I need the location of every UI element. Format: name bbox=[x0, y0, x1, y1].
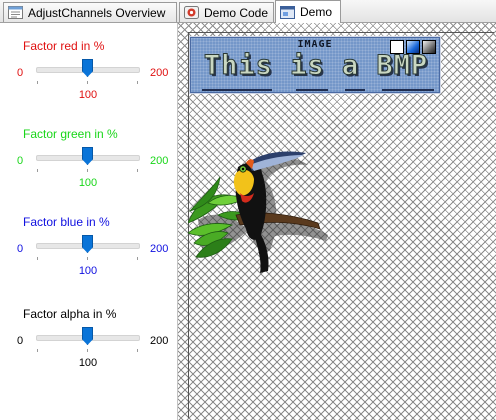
title-underline bbox=[202, 89, 272, 91]
slider-min-red: 0 bbox=[17, 67, 24, 79]
toucan-image bbox=[188, 151, 328, 273]
slider-value-green: 100 bbox=[78, 177, 98, 189]
slider-max-red: 200 bbox=[150, 67, 169, 79]
slider-min-green: 0 bbox=[17, 155, 24, 167]
slider-tick bbox=[87, 257, 88, 260]
slider-tick bbox=[87, 169, 88, 172]
slider-tick bbox=[37, 257, 38, 260]
banner-title: This is a BMP bbox=[203, 50, 429, 82]
title-underline bbox=[345, 89, 365, 91]
slider-label-alpha: Factor alpha in % bbox=[23, 307, 117, 321]
preview-canvas: IMAGE This is a BMP bbox=[178, 23, 496, 420]
slider-tick bbox=[137, 81, 138, 84]
tab-label: Demo Code bbox=[204, 5, 269, 20]
slider-tick bbox=[37, 349, 38, 352]
title-underline bbox=[296, 89, 328, 91]
slider-tick bbox=[37, 169, 38, 172]
slider-max-green: 200 bbox=[150, 155, 169, 167]
slider-min-alpha: 0 bbox=[17, 335, 24, 347]
slider-min-blue: 0 bbox=[17, 243, 24, 255]
tab-label: AdjustChannels Overview bbox=[28, 5, 166, 20]
controls-panel: Factor red in % 0 200 100 Factor green i… bbox=[0, 23, 178, 420]
slider-group-red: Factor red in % 0 200 100 bbox=[0, 39, 178, 119]
slider-max-alpha: 200 bbox=[150, 335, 169, 347]
slider-tick bbox=[37, 81, 38, 84]
slider-tick bbox=[87, 349, 88, 352]
bmp-banner-image: IMAGE This is a BMP bbox=[189, 36, 441, 94]
slider-tick bbox=[87, 81, 88, 84]
slider-thumb-green[interactable] bbox=[82, 147, 93, 165]
slider-value-alpha: 100 bbox=[78, 357, 98, 369]
title-underline bbox=[382, 89, 434, 91]
tab-adjustchannels-overview[interactable]: AdjustChannels Overview bbox=[3, 2, 177, 22]
slider-group-alpha: Factor alpha in % 0 200 100 bbox=[0, 307, 178, 387]
tab-demo[interactable]: Demo bbox=[275, 0, 341, 23]
slider-thumb-alpha[interactable] bbox=[82, 327, 93, 345]
slider-tick bbox=[137, 349, 138, 352]
slider-tick bbox=[137, 169, 138, 172]
tab-demo-code[interactable]: Demo Code bbox=[179, 2, 274, 22]
slider-thumb-blue[interactable] bbox=[82, 235, 93, 253]
slider-label-green: Factor green in % bbox=[23, 127, 118, 141]
slider-group-blue: Factor blue in % 0 200 100 bbox=[0, 215, 178, 295]
slider-group-green: Factor green in % 0 200 100 bbox=[0, 127, 178, 207]
slider-label-blue: Factor blue in % bbox=[23, 215, 110, 229]
demo-window-icon bbox=[280, 5, 295, 19]
slider-tick bbox=[137, 257, 138, 260]
slider-label-red: Factor red in % bbox=[23, 39, 105, 53]
tab-label: Demo bbox=[300, 5, 333, 19]
code-icon bbox=[184, 6, 199, 19]
document-icon bbox=[8, 6, 23, 19]
slider-value-red: 100 bbox=[78, 89, 98, 101]
slider-max-blue: 200 bbox=[150, 243, 169, 255]
tab-strip: AdjustChannels Overview Demo Code Demo bbox=[0, 0, 496, 23]
slider-thumb-red[interactable] bbox=[82, 59, 93, 77]
slider-value-blue: 100 bbox=[78, 265, 98, 277]
